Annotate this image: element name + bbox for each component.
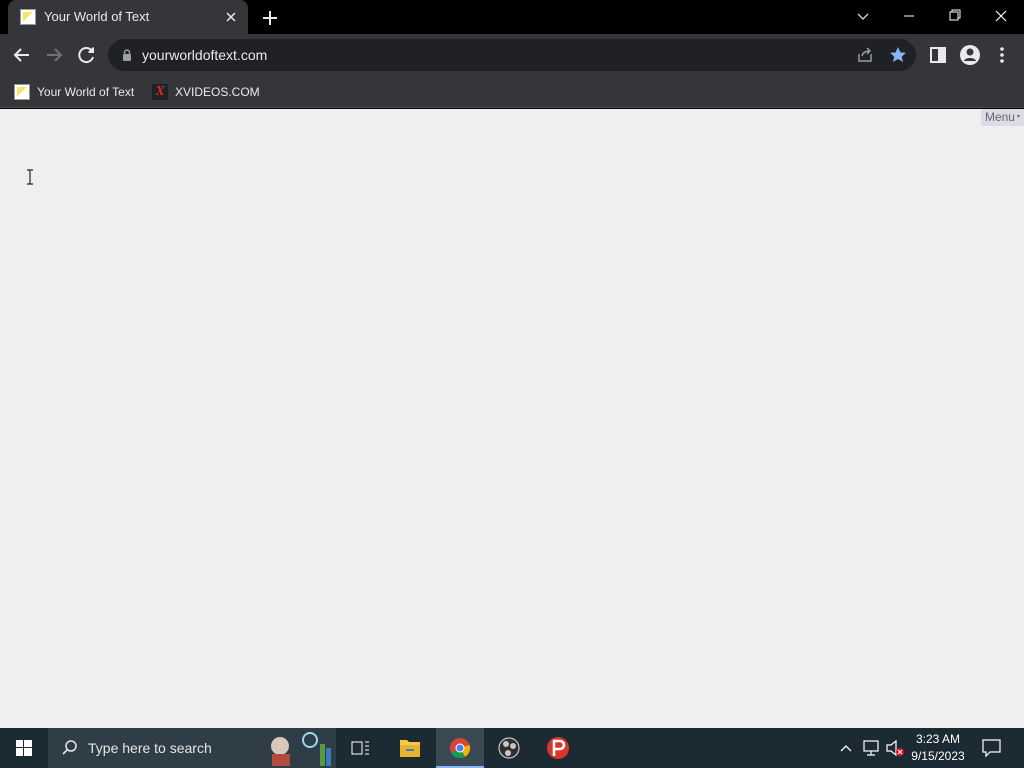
share-icon[interactable]	[856, 46, 874, 64]
clock-time: 3:23 AM	[915, 732, 961, 746]
psiphon-icon[interactable]	[534, 728, 582, 768]
volume-muted-icon[interactable]	[884, 728, 906, 768]
menu-arrow-icon: ▾	[1016, 114, 1020, 121]
lock-icon[interactable]	[120, 48, 134, 62]
clock-date: 9/15/2023	[911, 749, 965, 763]
text-world-canvas[interactable]: Menu ▾	[0, 109, 1024, 728]
bookmark-your-world-of-text[interactable]: Your World of Text	[14, 82, 134, 102]
task-view-button[interactable]	[336, 728, 384, 768]
tab-favicon	[20, 9, 36, 25]
bookmark-star-icon[interactable]	[888, 45, 908, 65]
text-cursor-icon	[25, 169, 35, 185]
new-tab-button[interactable]	[258, 6, 282, 30]
restore-button[interactable]	[932, 0, 978, 32]
file-explorer-icon[interactable]	[386, 728, 434, 768]
x-favicon-icon: X	[152, 84, 168, 100]
minimize-button[interactable]	[886, 0, 932, 32]
side-panel-icon[interactable]	[924, 41, 952, 69]
taskbar-search-box[interactable]: Type here to search	[48, 728, 336, 768]
bookmarks-bar: Your World of Text X XVIDEOS.COM	[0, 76, 1024, 108]
url-text[interactable]: yourworldoftext.com	[142, 47, 267, 63]
search-highlight-illustration-icon	[266, 730, 334, 766]
kebab-menu-icon[interactable]	[988, 41, 1016, 69]
bookmark-label: Your World of Text	[37, 85, 135, 99]
active-tab[interactable]: Your World of Text	[8, 0, 248, 34]
forward-button[interactable]	[40, 41, 68, 69]
bookmark-label: XVIDEOS.COM	[175, 85, 260, 99]
menu-label: Menu	[984, 110, 1015, 124]
window-close-button[interactable]	[978, 0, 1024, 32]
back-button[interactable]	[8, 41, 36, 69]
tab-title: Your World of Text	[44, 9, 150, 24]
windows-taskbar: Type here to search 3:23 AM 9/15/2023	[0, 728, 1024, 768]
yw-favicon-icon	[14, 84, 30, 100]
notifications-icon[interactable]	[980, 728, 1004, 768]
chrome-taskbar-icon[interactable]	[436, 728, 484, 768]
address-bar[interactable]: yourworldoftext.com	[108, 39, 916, 71]
start-button[interactable]	[0, 728, 48, 768]
search-placeholder: Type here to search	[88, 740, 212, 756]
tab-search-chevron-icon[interactable]	[852, 6, 874, 28]
obs-studio-icon[interactable]	[486, 728, 534, 768]
system-clock[interactable]: 3:23 AM 9/15/2023	[906, 731, 970, 765]
menu-button[interactable]: Menu ▾	[980, 109, 1024, 126]
network-icon[interactable]	[860, 728, 882, 768]
browser-titlebar: Your World of Text	[0, 0, 1024, 34]
reload-button[interactable]	[72, 41, 100, 69]
tab-close-icon[interactable]	[222, 8, 240, 26]
search-icon	[60, 738, 80, 758]
show-hidden-icons-chevron[interactable]	[836, 728, 856, 768]
profile-avatar-icon[interactable]	[956, 41, 984, 69]
browser-toolbar: yourworldoftext.com	[0, 34, 1024, 76]
bookmark-xvideos[interactable]: X XVIDEOS.COM	[152, 82, 260, 102]
